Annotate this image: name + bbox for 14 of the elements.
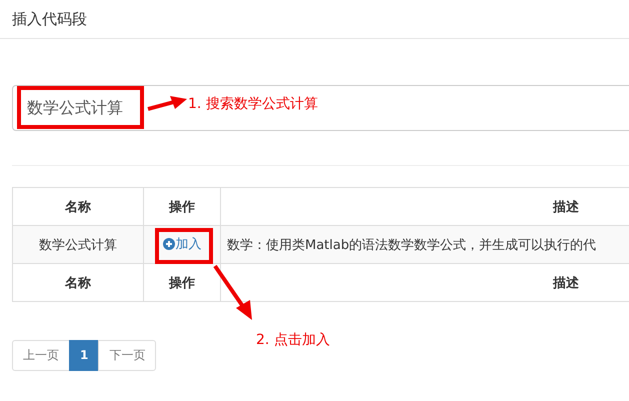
column-header: 名称 [12,264,144,302]
highlight-frame [155,228,213,264]
column-header: 名称 [12,188,144,226]
annotation-text: 2. 点击加入 [256,331,330,349]
annotation-text: 1. 搜索数学公式计算 [188,95,318,113]
page-button[interactable]: 1 [69,340,100,371]
table-cell: 数学公式计算 [12,226,144,264]
page-title: 插入代码段 [11,9,88,30]
column-header: 操作 [144,264,220,302]
page-button[interactable]: 下一页 [98,340,156,371]
column-header: 描述 [220,188,629,226]
page-button[interactable]: 上一页 [12,340,70,371]
plus-icon [162,238,174,250]
arrow-icon [146,95,188,113]
